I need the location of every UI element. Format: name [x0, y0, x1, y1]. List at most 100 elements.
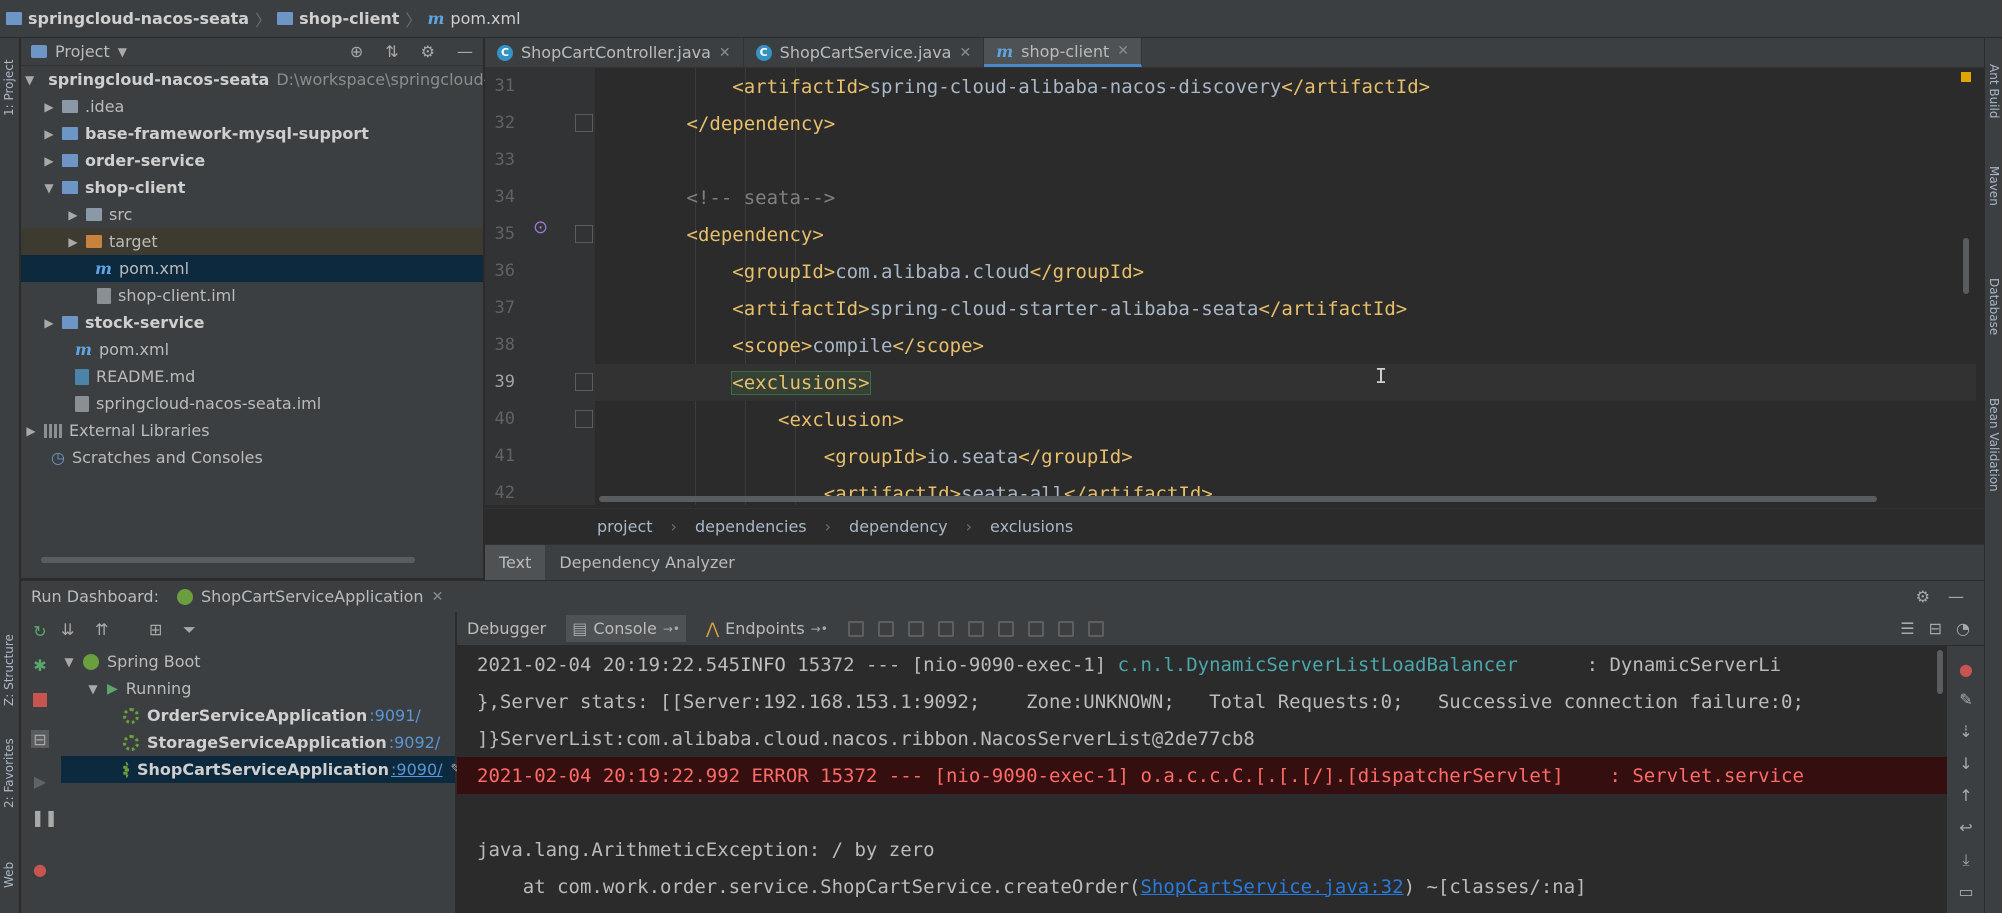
tree-item-root[interactable]: ▼ springcloud-nacos-seata D:\workspace\s…	[21, 66, 489, 93]
warning-marker-icon[interactable]	[1961, 72, 1971, 82]
web-tool-tab[interactable]: Web	[2, 862, 16, 888]
tab-debugger[interactable]: Debugger	[461, 615, 552, 642]
expand-all-icon[interactable]: ⇊	[61, 620, 74, 639]
code-editor[interactable]: <artifactId> spring-cloud-alibaba-nacos-d…	[595, 68, 1976, 505]
tree-item-shop-client-iml[interactable]: shop-client.iml	[21, 282, 483, 309]
layout-icon[interactable]: ☰	[1900, 619, 1914, 638]
expand-arrow-icon[interactable]: ▼	[63, 655, 75, 669]
nav-crumb-file[interactable]: m pom.xml	[427, 9, 520, 28]
breadcrumb-project[interactable]: project	[597, 517, 653, 536]
tree-item-target[interactable]: ▶ target	[21, 228, 483, 255]
expand-arrow-icon[interactable]: ▼	[25, 73, 34, 87]
expand-arrow-icon[interactable]: ▼	[87, 682, 99, 696]
soft-wrap-icon[interactable]: ↩	[1957, 818, 1975, 837]
step-out-icon[interactable]	[967, 620, 984, 637]
expand-arrow-icon[interactable]: ▶	[43, 127, 55, 141]
project-horizontal-scrollbar[interactable]	[41, 557, 415, 563]
expand-arrow-icon[interactable]: ▶	[43, 154, 55, 168]
debug-icon[interactable]: ✱	[31, 656, 49, 675]
tab-text[interactable]: Text	[485, 545, 546, 580]
tree-item-external-libraries[interactable]: ▶ External Libraries	[21, 417, 483, 444]
tree-item-idea[interactable]: ▶ .idea	[21, 93, 483, 120]
tree-item-root-iml[interactable]: springcloud-nacos-seata.iml	[21, 390, 483, 417]
fold-marker-icon[interactable]	[575, 225, 593, 243]
tree-item-storage-app[interactable]: StorageServiceApplication :9092/	[61, 729, 455, 756]
maven-tool-tab[interactable]: Maven	[1987, 166, 2001, 206]
run-to-cursor-icon[interactable]	[1027, 620, 1044, 637]
bean-validation-tool-tab[interactable]: Bean Validation	[1987, 398, 2001, 492]
breakpoints-icon[interactable]: ●	[31, 860, 49, 879]
restore-layout-icon[interactable]: ⊟	[1929, 619, 1942, 638]
error-indicator-icon[interactable]: ●	[1957, 660, 1975, 679]
gauge-icon[interactable]: ◔	[1956, 619, 1970, 638]
drop-frame-icon[interactable]	[997, 620, 1014, 637]
gear-icon[interactable]: ⚙	[421, 42, 435, 61]
tree-item-running[interactable]: ▼ ▶ Running	[61, 675, 455, 702]
maven-dependency-icon[interactable]: ⊙	[533, 217, 551, 241]
clear-icon[interactable]: ✎	[1957, 690, 1975, 709]
collapse-all-icon[interactable]: ⇅	[385, 42, 398, 61]
expand-arrow-icon[interactable]: ▶	[67, 235, 79, 249]
close-icon[interactable]: ✕	[432, 589, 444, 605]
port-link[interactable]: :9092/	[389, 733, 441, 752]
hide-icon[interactable]: —	[1948, 587, 1964, 606]
project-tool-tab[interactable]: 1: Project	[2, 59, 16, 116]
group-by-icon[interactable]: ⊞	[149, 620, 162, 639]
tree-item-scratches[interactable]: ◷ Scratches and Consoles	[21, 444, 483, 471]
rerun-icon[interactable]: ↻	[31, 622, 49, 641]
scroll-to-end-icon[interactable]: ⇣	[1957, 722, 1975, 741]
breadcrumb-exclusions[interactable]: exclusions	[990, 517, 1073, 536]
chevron-down-icon[interactable]: ▼	[118, 45, 127, 59]
trash-icon[interactable]: ▭	[1957, 882, 1975, 901]
print-icon[interactable]: ⤓	[1957, 850, 1975, 869]
close-icon[interactable]: ✕	[1117, 43, 1129, 59]
tree-item-shopcart-app[interactable]: ShopCartServiceApplication :9090/ ✎	[61, 756, 461, 783]
tab-dependency-analyzer[interactable]: Dependency Analyzer	[545, 545, 748, 580]
list-icon[interactable]	[847, 620, 864, 637]
fold-marker-icon[interactable]	[575, 373, 593, 391]
force-step-into-icon[interactable]	[937, 620, 954, 637]
fold-marker-icon[interactable]	[575, 114, 593, 132]
tree-item-shop-client[interactable]: ▼ shop-client	[21, 174, 483, 201]
tab-shop-client-pom[interactable]: m shop-client ✕	[984, 38, 1143, 67]
tree-item-stock-service[interactable]: ▶ stock-service	[21, 309, 483, 336]
down-icon[interactable]: ↓	[1957, 754, 1975, 773]
nav-crumb-project[interactable]: springcloud-nacos-seata	[6, 9, 249, 28]
expand-arrow-icon[interactable]: ▼	[43, 181, 55, 195]
database-tool-tab[interactable]: Database	[1987, 278, 2001, 335]
breadcrumb-dependencies[interactable]: dependencies	[695, 517, 807, 536]
structure-tool-tab[interactable]: Z: Structure	[2, 634, 16, 706]
tree-item-pom-shop-client[interactable]: m pom.xml	[21, 255, 483, 282]
tab-console[interactable]: ▤ Console →•	[566, 615, 686, 642]
ant-build-tool-tab[interactable]: Ant Build	[1987, 64, 2001, 118]
tree-item-pom-root[interactable]: m pom.xml	[21, 336, 483, 363]
tree-item-src[interactable]: ▶ src	[21, 201, 483, 228]
step-over-icon[interactable]	[877, 620, 894, 637]
tab-endpoints[interactable]: ⋀ Endpoints →•	[700, 615, 834, 642]
expand-arrow-icon[interactable]: ▶	[43, 316, 55, 330]
trace-icon[interactable]	[1087, 620, 1104, 637]
evaluate-icon[interactable]	[1057, 620, 1074, 637]
locate-icon[interactable]: ⊕	[350, 42, 363, 61]
stop-icon[interactable]	[31, 692, 49, 710]
close-icon[interactable]: ✕	[719, 45, 731, 61]
tree-item-order-app[interactable]: OrderServiceApplication :9091/	[61, 702, 455, 729]
tree-item-readme[interactable]: README.md	[21, 363, 483, 390]
filter-icon[interactable]: ⏷	[183, 620, 196, 640]
tab-run-app[interactable]: ShopCartServiceApplication ✕	[176, 587, 444, 606]
fold-marker-icon[interactable]	[575, 410, 593, 428]
expand-arrow-icon[interactable]: ▶	[25, 424, 37, 438]
group-icon[interactable]: ⊟	[31, 730, 49, 749]
gear-icon[interactable]: ⚙	[1916, 587, 1930, 606]
nav-crumb-module[interactable]: shop-client	[277, 9, 399, 28]
tree-item-spring-boot[interactable]: ▼ Spring Boot	[61, 648, 455, 675]
step-into-icon[interactable]	[907, 620, 924, 637]
editor-vertical-scrollbar[interactable]	[1963, 238, 1969, 294]
pause-icon[interactable]: ❚❚	[31, 808, 58, 827]
expand-arrow-icon[interactable]: ▶	[43, 100, 55, 114]
tab-shopcartservice[interactable]: C ShopCartService.java ✕	[744, 38, 985, 67]
breadcrumb-dependency[interactable]: dependency	[849, 517, 948, 536]
project-view-selector[interactable]: Project	[55, 42, 110, 61]
editor-horizontal-scrollbar[interactable]	[599, 496, 1877, 502]
console-vertical-scrollbar[interactable]	[1937, 650, 1943, 694]
